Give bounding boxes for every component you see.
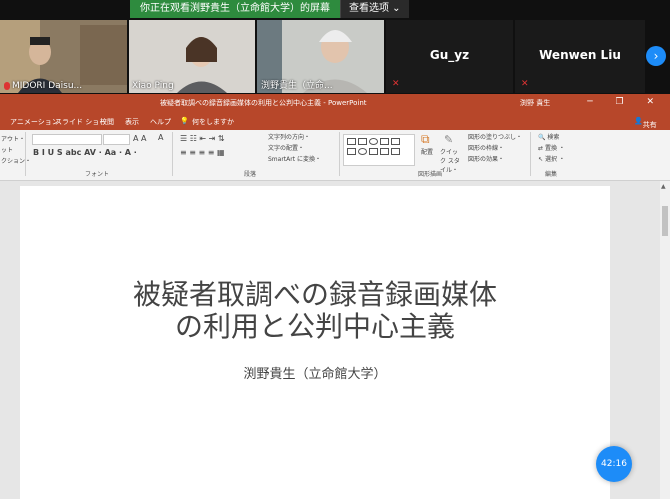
view-options-label: 查看选项 (349, 3, 389, 14)
share-button[interactable]: 👤 共有 (634, 117, 657, 129)
participant-name: Xiao Ping (132, 81, 174, 91)
tell-me-search[interactable]: 何をしますか (192, 117, 234, 127)
arrange-icon: ⧉ (421, 132, 430, 146)
user-name: 渕野 貴生 (520, 99, 551, 107)
ribbon-tabs: アニメーション スライド ショー 校閲 表示 ヘルプ 💡 何をしますか 👤 共有 (0, 114, 670, 130)
quick-style-button[interactable]: クイック スタイル・ (440, 147, 462, 174)
font-name-select[interactable] (32, 134, 102, 145)
window-controls[interactable]: ─ ❐ ✕ (587, 97, 664, 107)
scroll-up-icon[interactable]: ▲ (661, 183, 666, 190)
find-button[interactable]: 🔍 検索 (538, 132, 559, 141)
format-buttons[interactable]: B I U S abc AV · Aa · A · (33, 148, 137, 157)
share-message: 你正在观看渕野貴生（立命館大学）的屏幕 (130, 0, 340, 18)
clipboard-item[interactable]: アウト・ (1, 134, 25, 143)
tab-animations[interactable]: アニメーション (10, 117, 59, 127)
shape-effects-button[interactable]: 図形の効果・ (468, 154, 504, 163)
title-bar: 被疑者取調べの録音録画媒体の利用と公判中心主義 - PowerPoint 渕野 … (0, 94, 670, 114)
slide[interactable]: 被疑者取調べの録音録画媒体 の利用と公判中心主義 渕野貴生（立命館大学） (20, 186, 610, 499)
slide-subtitle: 渕野貴生（立命館大学） (243, 367, 387, 382)
find-label: 検索 (547, 134, 560, 141)
select-button[interactable]: ↖ 選択 ・ (538, 154, 565, 163)
edit-group-label: 編集 (545, 171, 558, 178)
divider (339, 132, 340, 176)
align-buttons[interactable]: ≡ ≡ ≡ ≡ ▦ (180, 148, 225, 157)
slide-title-line2: の利用と公判中心主義 (174, 310, 455, 343)
font-size-buttons[interactable]: A A (133, 134, 147, 143)
mic-icon (4, 82, 10, 90)
divider (172, 132, 173, 176)
clear-format-icon[interactable]: A (158, 133, 163, 142)
chevron-right-icon[interactable]: › (646, 46, 666, 66)
text-direction-button[interactable]: 文字列の方向・ (268, 132, 310, 141)
slide-title-line1: 被疑者取調べの録音録画媒体 (132, 278, 497, 311)
paragraph-group-label: 段落 (244, 171, 257, 178)
participant-name: MIDORI Daisu... (12, 81, 83, 91)
divider (25, 132, 26, 176)
participant-name: Wenwen Liu (539, 48, 621, 62)
screen-share-banner: 你正在观看渕野貴生（立命館大学）的屏幕 查看选项 ⌄ (130, 0, 422, 18)
participant-tile-xiao-ping[interactable]: Xiao Ping (129, 20, 255, 93)
view-options-button[interactable]: 查看选项 ⌄ (340, 0, 409, 18)
window-title: 被疑者取調べの録音録画媒体の利用と公判中心主義 - PowerPoint (160, 99, 367, 107)
quick-style-icon: ✎ (444, 133, 454, 146)
replace-label: 置換 ・ (544, 145, 565, 152)
font-size-select[interactable] (103, 134, 130, 145)
ribbon: アウト・ ット クション・ A A A B I U S abc AV · Aa … (0, 130, 670, 181)
shape-outline-button[interactable]: 図形の枠線・ (468, 143, 504, 152)
participant-name: 渕野貴生（立命... (261, 81, 333, 91)
drawing-group-label: 図形描画 (418, 171, 443, 178)
tab-review[interactable]: 校閲 (100, 117, 114, 127)
video-strip: MIDORI Daisu... Xiao Ping 渕野貴生（立命... Gu_… (0, 20, 670, 93)
arrange-button[interactable]: 配置 (421, 147, 433, 156)
clipboard-item[interactable]: クション・ (1, 156, 31, 165)
divider (530, 132, 531, 176)
tab-slideshow[interactable]: スライド ショー (55, 117, 106, 127)
participant-tile-midori[interactable]: MIDORI Daisu... (0, 20, 127, 93)
participant-tile-wenwen-liu[interactable]: Wenwen Liu ✕ (515, 20, 645, 93)
shapes-gallery[interactable] (343, 134, 415, 166)
list-buttons[interactable]: ☰ ☷ ⇤ ⇥ ⇅ (180, 134, 225, 143)
font-group-label: フォント (85, 171, 110, 178)
replace-button[interactable]: ⇄ 置換 ・ (538, 143, 565, 152)
smartart-button[interactable]: SmartArt に変換・ (268, 154, 321, 163)
tab-help[interactable]: ヘルプ (150, 117, 171, 127)
share-label: 共有 (642, 121, 657, 129)
powerpoint-window: 被疑者取調べの録音録画媒体の利用と公判中心主義 - PowerPoint 渕野 … (0, 94, 670, 499)
participant-tile-gu-yz[interactable]: Gu_yz ✕ (386, 20, 513, 93)
slide-title: 被疑者取調べの録音録画媒体 の利用と公判中心主義 (20, 279, 610, 343)
participant-tile-fuchino[interactable]: 渕野貴生（立命... (257, 20, 384, 93)
align-text-button[interactable]: 文字の配置・ (268, 143, 304, 152)
mic-muted-icon: ✕ (392, 79, 400, 89)
slide-canvas: 被疑者取調べの録音録画媒体 の利用と公判中心主義 渕野貴生（立命館大学） (0, 181, 660, 499)
lightbulb-icon: 💡 (180, 117, 189, 125)
shape-fill-button[interactable]: 図形の塗りつぶし・ (468, 132, 522, 141)
meeting-timer[interactable]: 42:16 (596, 446, 632, 482)
tab-view[interactable]: 表示 (125, 117, 139, 127)
participant-name: Gu_yz (429, 48, 470, 62)
vertical-scrollbar[interactable]: ▲ (660, 181, 670, 499)
select-label: 選択 ・ (544, 156, 565, 163)
scroll-thumb[interactable] (662, 206, 668, 236)
mic-muted-icon: ✕ (521, 79, 529, 89)
clipboard-item[interactable]: ット (1, 145, 13, 154)
